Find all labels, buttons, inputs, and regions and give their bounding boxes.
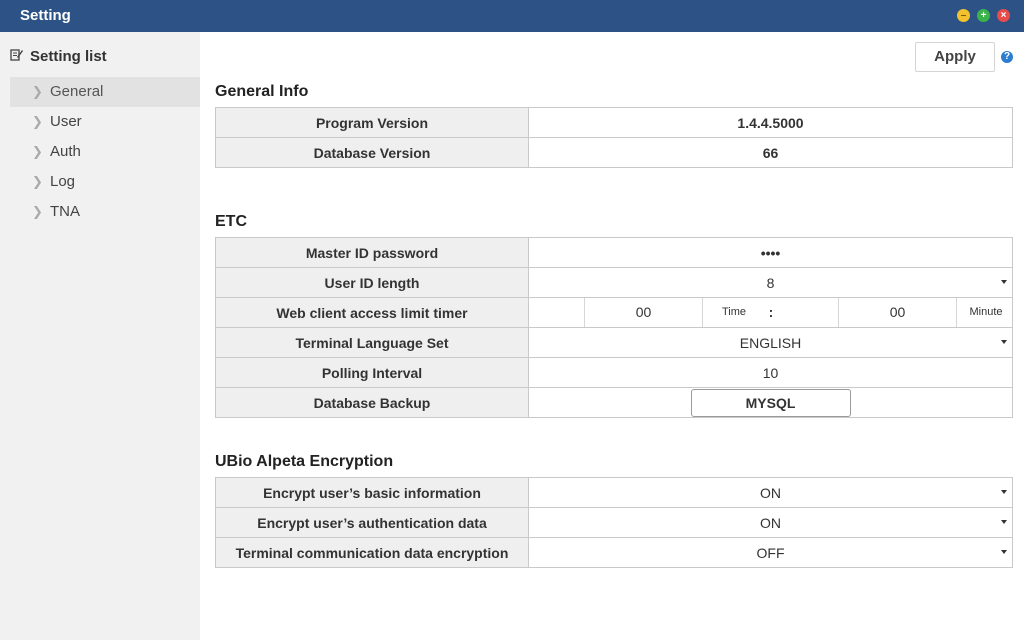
window-title: Setting <box>20 7 71 24</box>
database-version-value: 66 <box>528 137 1013 168</box>
table-row: Database Version 66 <box>215 137 1013 168</box>
encryption-table: Encrypt user’s basic information ON Encr… <box>215 477 1013 568</box>
etc-title: ETC <box>215 213 247 230</box>
chevron-down-icon <box>1001 490 1007 494</box>
chevron-right-icon: ❯ <box>32 84 43 99</box>
polling-interval-label: Polling Interval <box>215 357 529 388</box>
web-timer-hours-input[interactable]: 00 <box>585 298 702 327</box>
web-timer-field: 00 Time : 00 Minute <box>528 297 1013 328</box>
edit-list-icon <box>10 48 24 65</box>
terminal-comm-encryption-select[interactable]: OFF <box>528 537 1013 568</box>
table-row: Database Backup MYSQL <box>215 387 1013 418</box>
chevron-right-icon: ❯ <box>32 174 43 189</box>
auth-data-encryption-select[interactable]: ON <box>528 507 1013 538</box>
sidebar-item-label: Auth <box>50 143 81 160</box>
title-bar: Setting – + × <box>0 0 1024 32</box>
auth-data-encryption-label: Encrypt user’s authentication data <box>215 507 529 538</box>
table-row: Terminal Language Set ENGLISH <box>215 327 1013 358</box>
encryption-title: UBio Alpeta Encryption <box>215 453 394 470</box>
program-version-label: Program Version <box>215 107 529 138</box>
sidebar-item-label: TNA <box>50 203 80 220</box>
web-timer-minute-unit: Minute <box>969 306 1003 318</box>
basic-info-encryption-label: Encrypt user’s basic information <box>215 477 529 508</box>
apply-button[interactable]: Apply <box>915 42 995 72</box>
sidebar: Setting list ❯ General ❯ User ❯ Auth ❯ L… <box>0 32 200 640</box>
sidebar-item-auth[interactable]: ❯ Auth <box>10 137 200 167</box>
database-backup-cell: MYSQL <box>528 387 1013 418</box>
sidebar-header-label: Setting list <box>30 48 107 65</box>
terminal-comm-encryption-value: OFF <box>756 544 785 561</box>
help-icon[interactable]: ? <box>1001 51 1013 63</box>
chevron-right-icon: ❯ <box>32 204 43 219</box>
auth-data-encryption-value: ON <box>760 514 781 531</box>
basic-info-encryption-value: ON <box>760 484 781 501</box>
web-timer-separator: : <box>768 304 774 320</box>
master-password-field[interactable]: •••• <box>528 237 1013 268</box>
polling-interval-input[interactable]: 10 <box>528 357 1013 388</box>
chevron-right-icon: ❯ <box>32 114 43 129</box>
table-row: Web client access limit timer 00 Time : … <box>215 297 1013 328</box>
minimize-icon[interactable]: – <box>957 9 970 22</box>
user-id-length-label: User ID length <box>215 267 529 298</box>
web-timer-time-unit: Time <box>721 306 747 318</box>
sidebar-item-label: Log <box>50 173 76 190</box>
sidebar-header: Setting list <box>10 48 107 65</box>
database-backup-label: Database Backup <box>215 387 529 418</box>
master-password-label: Master ID password <box>215 237 529 268</box>
sidebar-item-label: User <box>50 113 82 130</box>
terminal-comm-encryption-label: Terminal communication data encryption <box>215 537 529 568</box>
user-id-length-value: 8 <box>766 274 775 291</box>
mysql-backup-button[interactable]: MYSQL <box>690 388 851 417</box>
user-id-length-select[interactable]: 8 <box>528 267 1013 298</box>
chevron-down-icon <box>1001 340 1007 344</box>
terminal-language-select[interactable]: ENGLISH <box>528 327 1013 358</box>
chevron-down-icon <box>1001 520 1007 524</box>
database-version-label: Database Version <box>215 137 529 168</box>
table-row: Terminal communication data encryption O… <box>215 537 1013 568</box>
program-version-value: 1.4.4.5000 <box>528 107 1013 138</box>
table-row: Master ID password •••• <box>215 237 1013 268</box>
table-row: Encrypt user’s basic information ON <box>215 477 1013 508</box>
terminal-language-label: Terminal Language Set <box>215 327 529 358</box>
chevron-down-icon <box>1001 550 1007 554</box>
basic-info-encryption-select[interactable]: ON <box>528 477 1013 508</box>
etc-table: Master ID password •••• User ID length 8… <box>215 237 1013 418</box>
sidebar-item-general[interactable]: ❯ General <box>10 77 200 107</box>
general-info-table: Program Version 1.4.4.5000 Database Vers… <box>215 107 1013 168</box>
web-timer-label: Web client access limit timer <box>215 297 529 328</box>
close-icon[interactable]: × <box>997 9 1010 22</box>
table-row: Polling Interval 10 <box>215 357 1013 388</box>
maximize-icon[interactable]: + <box>977 9 990 22</box>
sidebar-item-log[interactable]: ❯ Log <box>10 167 200 197</box>
table-row: User ID length 8 <box>215 267 1013 298</box>
sidebar-item-user[interactable]: ❯ User <box>10 107 200 137</box>
sidebar-item-tna[interactable]: ❯ TNA <box>10 197 200 227</box>
web-timer-minutes-input[interactable]: 00 <box>839 298 956 327</box>
table-row: Encrypt user’s authentication data ON <box>215 507 1013 538</box>
table-row: Program Version 1.4.4.5000 <box>215 107 1013 138</box>
chevron-down-icon <box>1001 280 1007 284</box>
general-info-title: General Info <box>215 83 309 100</box>
terminal-language-value: ENGLISH <box>739 334 802 351</box>
chevron-right-icon: ❯ <box>32 144 43 159</box>
sidebar-item-label: General <box>50 83 104 100</box>
